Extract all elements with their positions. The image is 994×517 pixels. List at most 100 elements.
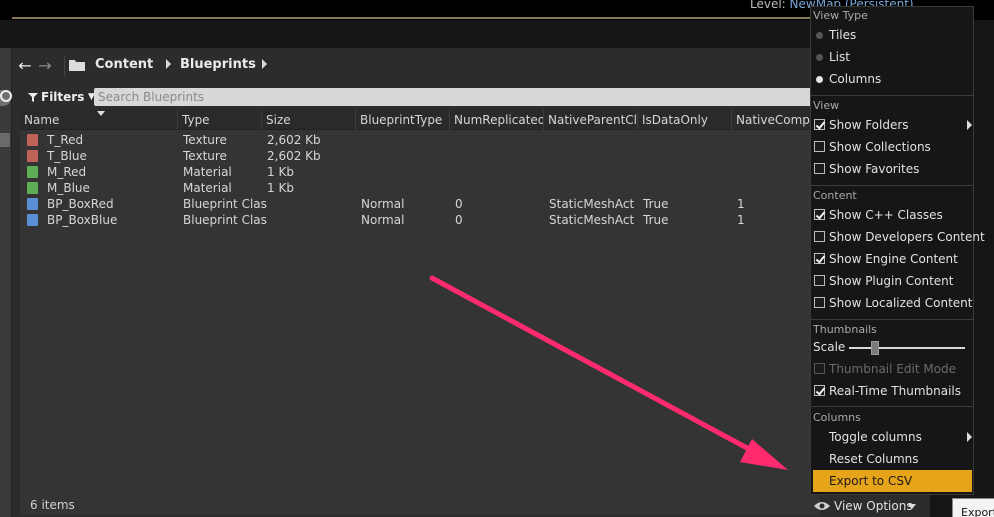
filters-button[interactable]: Filters ▼	[24, 88, 102, 106]
asset-name: M_Red	[47, 165, 87, 179]
menu-item-toggle-columns[interactable]: Toggle columns	[811, 426, 973, 448]
cell-native-parent	[549, 164, 635, 180]
cell-type: Texture	[183, 149, 227, 163]
column-header-size[interactable]: Size	[262, 110, 356, 130]
table-row[interactable]: M_Red Material 1 Kb	[20, 164, 820, 180]
menu-item-list[interactable]: List	[811, 46, 973, 68]
scale-slider-handle[interactable]	[870, 341, 879, 355]
checkbox-disabled-icon	[814, 363, 825, 374]
menu-item-show-engine-content[interactable]: Show Engine Content	[811, 248, 973, 270]
asset-name: T_Red	[47, 133, 84, 147]
cell-bp-type	[361, 148, 447, 164]
asset-name: T_Blue	[47, 149, 87, 163]
checkbox-icon	[814, 231, 825, 242]
cell-bp-type	[361, 132, 447, 148]
checkbox-checked-icon	[814, 253, 825, 264]
breadcrumb-content[interactable]: Content	[95, 57, 153, 72]
menu-divider	[811, 185, 973, 186]
menu-item-show-collections[interactable]: Show Collections	[811, 136, 973, 158]
menu-item-columns[interactable]: Columns	[811, 68, 973, 90]
checkbox-checked-icon	[814, 385, 825, 396]
section-header-content: Content	[813, 189, 857, 202]
menu-item-reset-columns[interactable]: Reset Columns	[811, 448, 973, 470]
table-row[interactable]: T_Red Texture 2,602 Kb	[20, 132, 820, 148]
cell-size: 2,602 Kb	[267, 133, 321, 147]
cell-data-only	[643, 148, 729, 164]
column-header-native-components[interactable]: NativeCompor	[732, 110, 820, 130]
view-options-button[interactable]: View Options	[812, 497, 922, 515]
column-header-native-parent[interactable]: NativeParentClas	[544, 110, 638, 130]
sort-descending-icon	[97, 111, 105, 116]
path-bar: ← → Content Blueprints	[12, 52, 930, 80]
section-header-columns: Columns	[813, 411, 861, 424]
column-header-name[interactable]: Name	[20, 110, 178, 130]
column-header-num-replicated[interactable]: NumReplicatedP	[450, 110, 544, 130]
menu-item-show-cpp-classes[interactable]: Show C++ Classes	[811, 204, 973, 226]
section-header-view: View	[813, 99, 840, 112]
cell-data-only: True	[643, 197, 669, 211]
cell-data-only	[643, 180, 729, 196]
radio-icon	[816, 54, 823, 61]
sources-panel-collapsed	[0, 48, 12, 517]
asset-name: M_Blue	[47, 181, 90, 195]
breadcrumb-separator-icon[interactable]	[166, 59, 171, 69]
menu-item-show-plugin-content[interactable]: Show Plugin Content	[811, 270, 973, 292]
breadcrumb-blueprints[interactable]: Blueprints	[180, 57, 256, 72]
cell-data-only	[643, 132, 729, 148]
cell-size: 1 Kb	[267, 181, 294, 195]
table-row[interactable]: BP_BoxBlue Blueprint Clas Normal 0 StaticMes…	[20, 212, 820, 228]
asset-name: BP_BoxBlue	[47, 213, 118, 227]
menu-divider	[811, 95, 973, 96]
checkbox-icon	[814, 297, 825, 308]
cell-size: 1 Kb	[267, 165, 294, 179]
table-row[interactable]: BP_BoxRed Blueprint Clas Normal 0 StaticMesh…	[20, 196, 820, 212]
breadcrumb-separator-icon[interactable]	[262, 59, 267, 69]
menu-item-show-developers-content[interactable]: Show Developers Content	[811, 226, 985, 248]
back-arrow-icon[interactable]: ←	[16, 57, 34, 75]
submenu-arrow-icon	[967, 120, 972, 130]
table-row[interactable]: T_Blue Texture 2,602 Kb	[20, 148, 820, 164]
scale-slider-track[interactable]	[849, 347, 965, 349]
table-row[interactable]: M_Blue Material 1 Kb	[20, 180, 820, 196]
scale-label: Scale	[813, 340, 846, 354]
menu-item-thumbnail-edit-mode: Thumbnail Edit Mode	[811, 358, 973, 380]
menu-item-tiles[interactable]: Tiles	[811, 24, 973, 46]
column-header-row: Name Type Size BlueprintType NumReplicat…	[20, 110, 820, 130]
asset-type-icon	[27, 150, 38, 162]
menu-item-export-to-csv[interactable]: Export to CSV	[813, 470, 972, 492]
menu-item-show-folders[interactable]: Show Folders	[811, 114, 973, 136]
column-header-blueprint-type[interactable]: BlueprintType	[356, 110, 450, 130]
cell-bp-type: Normal	[361, 197, 405, 211]
radio-icon	[816, 32, 823, 39]
checkbox-icon	[814, 141, 825, 152]
section-header-view-type: View Type	[813, 9, 868, 22]
cell-type: Blueprint Clas	[183, 197, 267, 211]
asset-type-icon	[27, 182, 38, 194]
cell-num-rep	[455, 180, 541, 196]
cell-type: Blueprint Clas	[183, 213, 267, 227]
sources-scroll-chip[interactable]	[0, 133, 10, 147]
column-header-is-data-only[interactable]: IsDataOnly	[638, 110, 732, 130]
cell-num-rep	[455, 164, 541, 180]
search-input[interactable]: Search Blueprints	[94, 88, 814, 106]
cell-native-parent	[549, 180, 635, 196]
title-bar-divider	[12, 17, 924, 19]
filter-bar: Filters ▼ Search Blueprints	[0, 86, 930, 108]
menu-item-show-localized-content[interactable]: Show Localized Content	[811, 292, 973, 314]
cell-num-rep	[455, 148, 541, 164]
lock-icon[interactable]	[0, 89, 12, 103]
menu-item-show-favorites[interactable]: Show Favorites	[811, 158, 973, 180]
cell-native-parent: StaticMeshActo	[549, 197, 635, 211]
forward-arrow-icon[interactable]: →	[36, 57, 54, 75]
cell-num-rep: 0	[455, 197, 463, 211]
asset-type-icon	[27, 134, 38, 146]
cell-num-rep	[455, 132, 541, 148]
column-header-type[interactable]: Type	[178, 110, 262, 130]
cell-native-parent: StaticMeshActo	[549, 213, 635, 227]
menu-item-real-time-thumbnails[interactable]: Real-Time Thumbnails	[811, 380, 973, 402]
cell-num-rep: 0	[455, 213, 463, 227]
view-options-menu: View Type Tiles List Columns View Show F…	[810, 6, 985, 495]
cell-native-parent	[549, 132, 635, 148]
asset-type-icon	[27, 198, 38, 210]
cell-size: 2,602 Kb	[267, 149, 321, 163]
